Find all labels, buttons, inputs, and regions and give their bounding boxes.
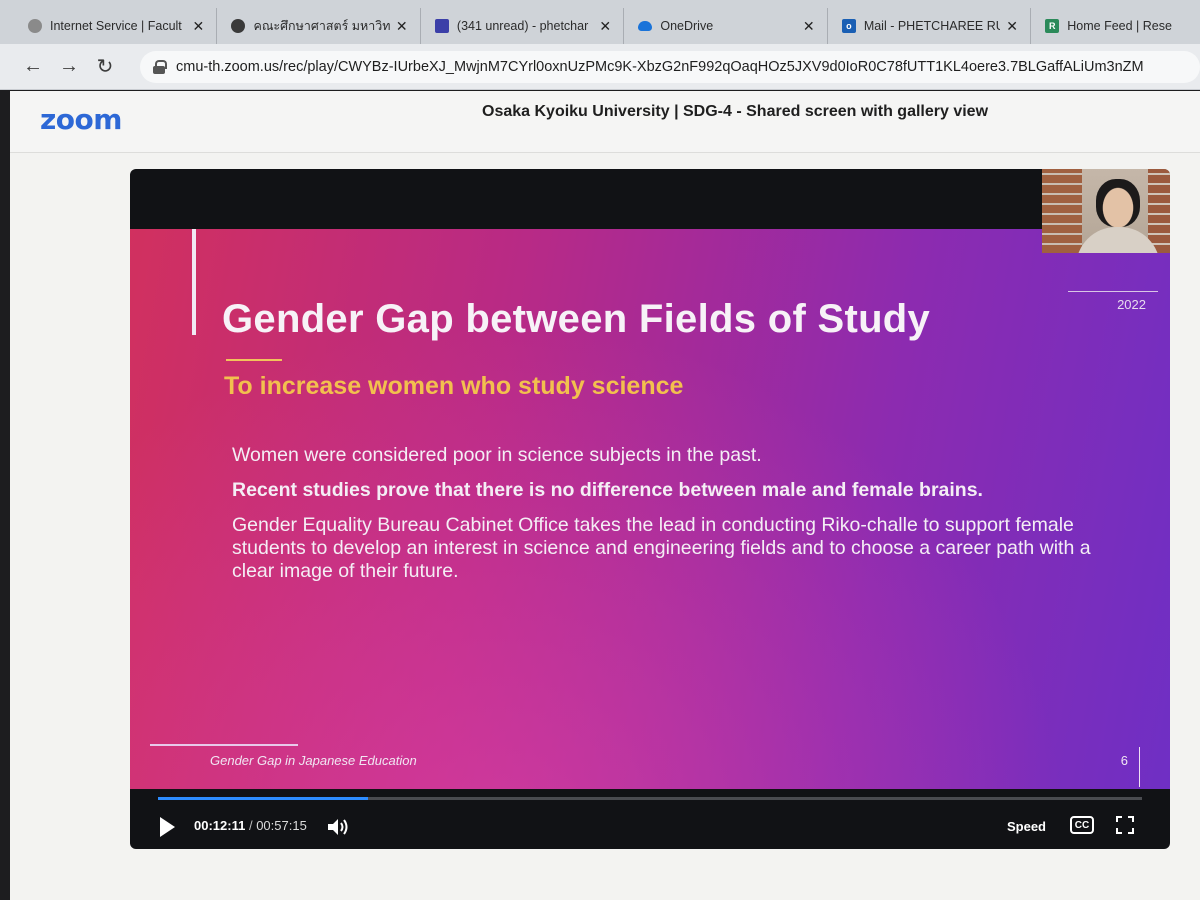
tab-label: Home Feed | Rese — [1067, 19, 1172, 33]
url-text: cmu-th.zoom.us/rec/play/CWYBz-IUrbeXJ_Mw… — [176, 58, 1144, 75]
browser-tab-strip: Internet Service | Facult ✕ คณะศึกษาศาสต… — [0, 0, 1200, 44]
page-content: zoom Osaka Kyoiku University | SDG-4 - S… — [10, 91, 1200, 900]
slide-year: 2022 — [1117, 297, 1146, 312]
tab-label: Internet Service | Facult — [50, 19, 182, 33]
brick-wall-background — [1042, 169, 1082, 253]
forward-arrow-icon[interactable]: → — [54, 52, 84, 82]
tab-close-icon[interactable]: ✕ — [803, 18, 817, 35]
mail-icon — [434, 19, 449, 33]
cloud-icon — [638, 21, 653, 31]
playback-time: 00:12:11 / 00:57:15 — [194, 818, 307, 833]
browser-tab-internet-service[interactable]: Internet Service | Facult ✕ — [14, 8, 218, 44]
slide-bullet: Gender Equality Bureau Cabinet Office ta… — [232, 514, 1091, 582]
slide-bullet-list: Women were considered poor in science su… — [232, 444, 1092, 595]
slide-year-rule — [1068, 291, 1158, 292]
browser-toolbar: ← → ↻ cmu-th.zoom.us/rec/play/CWYBz-IUrb… — [0, 44, 1200, 90]
tab-label: (341 unread) - phetchar — [456, 19, 589, 33]
globe-icon — [231, 19, 246, 33]
address-bar[interactable]: cmu-th.zoom.us/rec/play/CWYBz-IUrbeXJ_Mw… — [140, 50, 1200, 83]
slide-title: Gender Gap between Fields of Study — [222, 297, 931, 341]
tab-close-icon[interactable]: ✕ — [192, 18, 206, 35]
tab-label: OneDrive — [660, 19, 714, 33]
browser-tab-mail-unread[interactable]: (341 unread) - phetchar ✕ — [421, 8, 625, 44]
browser-tab-researchgate[interactable]: R Home Feed | Rese — [1031, 8, 1200, 44]
slide-footer: Gender Gap in Japanese Education — [210, 753, 417, 768]
gallery-view-thumbnail — [1042, 169, 1170, 253]
video-player[interactable]: 2022 Gender Gap between Fields of Study … — [130, 169, 1170, 849]
browser-tab-outlook-mail[interactable]: o Mail - PHETCHAREE RU ✕ — [828, 8, 1032, 44]
slide-bullet: Women were considered poor in science su… — [232, 444, 762, 466]
playback-progress-fill — [158, 797, 368, 800]
participant-head — [1096, 179, 1140, 227]
player-controls: 00:12:11 / 00:57:15 Speed CC — [130, 805, 1170, 849]
playback-progress-bar[interactable] — [158, 797, 1142, 800]
tab-close-icon[interactable]: ✕ — [1006, 18, 1020, 35]
outlook-icon: o — [841, 19, 856, 33]
current-time: 00:12:11 — [194, 818, 246, 833]
slide-number-rule — [1139, 747, 1140, 787]
fullscreen-icon[interactable] — [1116, 816, 1134, 834]
browser-tab-onedrive[interactable]: OneDrive ✕ — [624, 8, 828, 44]
researchgate-icon: R — [1045, 19, 1060, 33]
lock-icon — [152, 59, 167, 74]
volume-icon[interactable] — [326, 816, 350, 838]
browser-tab-faculty-education[interactable]: คณะศึกษาศาสตร์ มหาวิทยา ✕ — [217, 8, 421, 44]
meeting-title: Osaka Kyoiku University | SDG-4 - Shared… — [482, 103, 989, 120]
tab-close-icon[interactable]: ✕ — [599, 18, 613, 35]
zoom-logo[interactable]: zoom — [40, 103, 122, 136]
globe-icon — [28, 19, 42, 33]
shared-screen-slide: 2022 Gender Gap between Fields of Study … — [130, 229, 1170, 789]
slide-title-underline — [226, 359, 282, 361]
slide-subtitle: To increase women who study science — [224, 372, 684, 400]
slide-bullet: Recent studies prove that there is no di… — [232, 479, 983, 501]
slide-footer-rule — [150, 744, 298, 746]
back-arrow-icon[interactable]: ← — [18, 52, 48, 82]
total-duration: 00:57:15 — [256, 818, 307, 833]
tab-label: คณะศึกษาศาสตร์ มหาวิทยา — [253, 19, 390, 33]
time-separator: / — [248, 818, 253, 833]
closed-captions-icon[interactable]: CC — [1070, 816, 1094, 834]
speed-button[interactable]: Speed — [1007, 819, 1046, 834]
zoom-header: zoom Osaka Kyoiku University | SDG-4 - S… — [10, 91, 1200, 153]
reload-icon[interactable]: ↻ — [90, 52, 120, 82]
slide-accent-line — [192, 229, 196, 335]
slide-page-number: 6 — [1120, 753, 1128, 768]
tab-label: Mail - PHETCHAREE RU — [863, 19, 1001, 33]
tab-close-icon[interactable]: ✕ — [396, 18, 410, 35]
brick-wall-background — [1148, 169, 1170, 253]
play-icon[interactable] — [160, 817, 175, 837]
